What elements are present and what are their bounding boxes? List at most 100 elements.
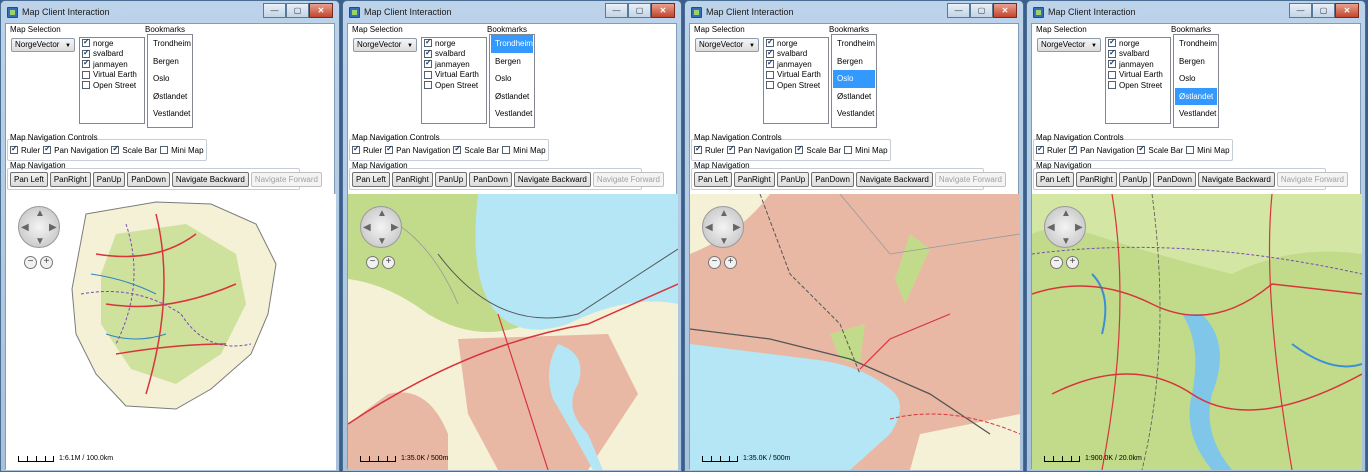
minimize-button[interactable]: — xyxy=(263,3,286,18)
pan-down-icon[interactable]: ▼ xyxy=(35,236,45,247)
nav-control-checkbox[interactable] xyxy=(352,144,360,154)
title-bar[interactable]: Map Client Interaction — ▢ ✕ xyxy=(1,1,339,23)
layer-checkbox[interactable] xyxy=(766,70,774,79)
layer-checkbox[interactable] xyxy=(766,48,774,58)
nav-control-checkbox[interactable] xyxy=(502,146,511,154)
map-nav-button[interactable]: Navigate Backward xyxy=(513,172,591,187)
nav-control-checkbox[interactable] xyxy=(1069,144,1078,154)
minimize-button[interactable]: — xyxy=(1289,3,1312,18)
layer-checkbox[interactable] xyxy=(1108,48,1116,58)
map-nav-button[interactable]: PanRight xyxy=(49,172,91,187)
nav-control-checkbox[interactable] xyxy=(111,144,120,154)
nav-control-toggle[interactable]: Scale Bar xyxy=(453,144,499,155)
layer-item[interactable]: janmayen xyxy=(764,58,828,70)
map-nav-button[interactable]: PanUp xyxy=(92,172,126,187)
nav-control-toggle[interactable]: Ruler xyxy=(1036,144,1066,155)
map-nav-button[interactable]: PanDown xyxy=(127,172,170,187)
bookmark-item[interactable]: Bergen xyxy=(1175,53,1217,71)
map-nav-button[interactable]: PanUp xyxy=(434,172,468,187)
nav-control-checkbox[interactable] xyxy=(727,144,736,154)
layer-checkbox[interactable] xyxy=(424,70,432,79)
layer-checkbox[interactable] xyxy=(82,70,90,79)
nav-control-checkbox[interactable] xyxy=(10,144,18,154)
title-bar[interactable]: Map Client Interaction — ▢ ✕ xyxy=(1027,1,1365,23)
bookmark-item[interactable]: Oslo xyxy=(1175,70,1217,88)
layer-item[interactable]: janmayen xyxy=(80,58,144,70)
layer-item[interactable]: janmayen xyxy=(1106,58,1170,70)
nav-control-checkbox[interactable] xyxy=(160,146,169,154)
nav-control-toggle[interactable]: Ruler xyxy=(694,144,724,155)
pan-navigation-control[interactable]: ▲ ▼ ◀ ▶ xyxy=(1044,206,1086,248)
pan-down-icon[interactable]: ▼ xyxy=(719,236,729,247)
map-nav-button[interactable]: PanUp xyxy=(776,172,810,187)
nav-control-checkbox[interactable] xyxy=(1137,144,1146,154)
pan-navigation-control[interactable]: ▲ ▼ ◀ ▶ xyxy=(702,206,744,248)
nav-control-toggle[interactable]: Scale Bar xyxy=(795,144,841,155)
map-nav-button[interactable]: Pan Left xyxy=(1036,172,1074,187)
title-bar[interactable]: Map Client Interaction — ▢ ✕ xyxy=(343,1,681,23)
pan-right-icon[interactable]: ▶ xyxy=(391,222,399,233)
bookmark-item[interactable]: Vestlandet xyxy=(149,105,191,123)
layer-checkbox[interactable] xyxy=(82,58,90,69)
pan-right-icon[interactable]: ▶ xyxy=(49,222,57,233)
nav-control-checkbox[interactable] xyxy=(453,144,462,154)
layer-item[interactable]: Virtual Earth xyxy=(1106,70,1170,81)
pan-left-icon[interactable]: ◀ xyxy=(705,222,713,233)
bookmark-item[interactable]: Østlandet xyxy=(1175,87,1217,105)
map-nav-button[interactable]: PanDown xyxy=(811,172,854,187)
map-selection-combo[interactable]: NorgeVector ▼ xyxy=(11,38,75,52)
layer-checkbox[interactable] xyxy=(424,81,432,90)
maximize-button[interactable]: ▢ xyxy=(286,3,309,18)
maximize-button[interactable]: ▢ xyxy=(628,3,651,18)
nav-control-toggle[interactable]: Scale Bar xyxy=(111,144,157,155)
map-selection-combo[interactable]: NorgeVector ▼ xyxy=(353,38,417,52)
bookmark-item[interactable]: Østlandet xyxy=(491,88,533,106)
bookmark-item[interactable]: Trondheim xyxy=(491,35,533,53)
map-nav-button[interactable]: PanRight xyxy=(1075,172,1117,187)
nav-control-toggle[interactable]: Pan Navigation xyxy=(43,144,108,155)
nav-control-checkbox[interactable] xyxy=(1186,146,1195,154)
bookmark-item[interactable]: Bergen xyxy=(491,53,533,71)
map-nav-button[interactable]: PanUp xyxy=(1118,172,1152,187)
pan-left-icon[interactable]: ◀ xyxy=(363,222,371,233)
bookmark-item[interactable]: Østlandet xyxy=(833,88,875,106)
map-nav-button[interactable]: PanRight xyxy=(391,172,433,187)
layer-checkbox[interactable] xyxy=(766,37,774,48)
map-nav-button[interactable]: PanRight xyxy=(733,172,775,187)
layer-checkbox[interactable] xyxy=(766,81,774,90)
nav-control-toggle[interactable]: Mini Map xyxy=(1186,146,1230,155)
layer-item[interactable]: Virtual Earth xyxy=(764,70,828,81)
bookmark-item[interactable]: Trondheim xyxy=(833,35,875,53)
map-nav-button[interactable]: Navigate Backward xyxy=(171,172,249,187)
bookmark-item[interactable]: Bergen xyxy=(833,53,875,71)
layer-checkbox[interactable] xyxy=(424,58,432,69)
map-nav-button[interactable]: PanDown xyxy=(469,172,512,187)
bookmark-item[interactable]: Trondheim xyxy=(149,35,191,53)
pan-navigation-control[interactable]: ▲ ▼ ◀ ▶ xyxy=(360,206,402,248)
pan-right-icon[interactable]: ▶ xyxy=(733,222,741,233)
nav-control-checkbox[interactable] xyxy=(43,144,52,154)
minimize-button[interactable]: — xyxy=(947,3,970,18)
pan-up-icon[interactable]: ▲ xyxy=(377,208,387,219)
title-bar[interactable]: Map Client Interaction — ▢ ✕ xyxy=(685,1,1023,23)
layer-item[interactable]: Virtual Earth xyxy=(422,70,486,81)
nav-control-checkbox[interactable] xyxy=(795,144,804,154)
layer-checkbox[interactable] xyxy=(82,37,90,48)
pan-up-icon[interactable]: ▲ xyxy=(1061,208,1071,219)
zoom-out-button[interactable]: − xyxy=(708,256,721,269)
nav-control-checkbox[interactable] xyxy=(1036,144,1044,154)
layer-checkbox[interactable] xyxy=(424,48,432,58)
nav-control-checkbox[interactable] xyxy=(844,146,853,154)
nav-control-toggle[interactable]: Ruler xyxy=(10,144,40,155)
layer-item[interactable]: Virtual Earth xyxy=(80,70,144,81)
maximize-button[interactable]: ▢ xyxy=(970,3,993,18)
nav-control-toggle[interactable]: Pan Navigation xyxy=(385,144,450,155)
zoom-out-button[interactable]: − xyxy=(366,256,379,269)
zoom-in-button[interactable]: + xyxy=(382,256,395,269)
pan-down-icon[interactable]: ▼ xyxy=(1061,236,1071,247)
pan-right-icon[interactable]: ▶ xyxy=(1075,222,1083,233)
bookmark-item[interactable]: Oslo xyxy=(491,70,533,88)
pan-up-icon[interactable]: ▲ xyxy=(35,208,45,219)
pan-left-icon[interactable]: ◀ xyxy=(1047,222,1055,233)
nav-control-toggle[interactable]: Mini Map xyxy=(160,146,204,155)
